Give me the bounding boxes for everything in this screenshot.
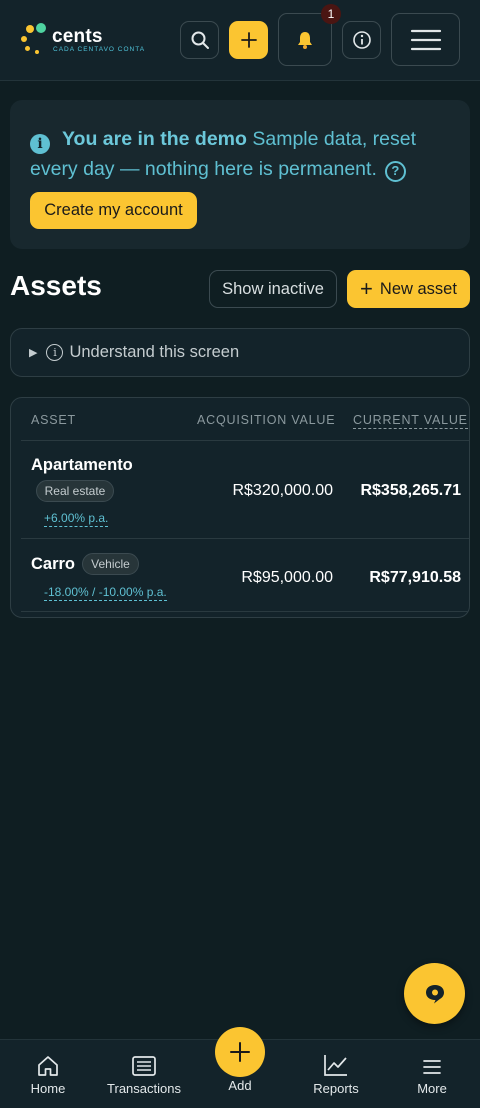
chat-bubble-icon [425,984,444,1003]
plus-icon [230,1042,250,1062]
info-icon: i [30,134,50,154]
nav-home-label: Home [30,1081,66,1096]
category-badge: Real estate [36,480,114,502]
understand-screen-toggle[interactable]: ▶ i Understand this screen [10,328,470,377]
understand-label: Understand this screen [69,343,240,361]
nav-more-label: More [417,1081,447,1096]
bell-icon [298,31,312,49]
page-title: Assets [10,270,102,301]
new-asset-button[interactable]: + New asset [347,270,470,308]
info-icon [352,31,371,49]
growth-rate[interactable]: +6.00% p.a. [44,511,109,527]
nav-add-label[interactable]: Add [215,1078,265,1093]
search-button[interactable] [180,21,219,59]
acquisition-value: R$320,000.00 [232,482,333,499]
column-header-current[interactable]: CURRENT VALUE [353,413,468,429]
logo-dot-icon [25,46,30,51]
logo-dot-icon [35,50,39,54]
plus-icon: + [360,276,373,301]
current-value: R$358,265.71 [360,482,461,499]
acquisition-value: R$95,000.00 [241,569,333,586]
nav-reports[interactable]: Reports [296,1040,376,1108]
logo-dot-icon [26,25,34,33]
list-icon [132,1056,156,1076]
notification-count-badge: 1 [321,4,341,24]
info-icon: i [46,344,64,361]
plus-icon [240,32,257,48]
divider [21,611,469,612]
app-header: cents CADA CENTAVO CONTA 1 [0,0,480,81]
assets-table: ASSET ACQUISITION VALUE CURRENT VALUE Ap… [10,397,470,618]
category-badge: Vehicle [82,553,139,575]
growth-rate[interactable]: -18.00% / -10.00% p.a. [44,585,167,601]
demo-banner: i You are in the demo Sample data, reset … [10,100,470,249]
divider [21,538,469,539]
help-icon[interactable]: ? [384,160,406,182]
menu-icon [410,29,441,50]
expand-triangle-icon: ▶ [29,347,38,359]
asset-name: Apartamento [31,456,133,474]
nav-transactions[interactable]: Transactions [96,1040,192,1108]
nav-add-button[interactable] [215,1027,265,1077]
quick-add-button[interactable] [229,21,268,59]
info-button[interactable] [342,21,381,59]
logo-dot-icon [36,23,46,33]
chat-button[interactable] [404,963,465,1024]
logo-wordmark: cents [52,26,103,47]
asset-name: Carro [31,555,76,573]
create-account-button[interactable]: Create my account [30,192,197,229]
nav-reports-label: Reports [313,1081,359,1096]
current-value: R$77,910.58 [369,569,461,586]
divider [21,440,469,441]
demo-banner-title: You are in the demo [62,128,247,150]
new-asset-label: New asset [379,279,457,298]
chart-icon [324,1055,347,1076]
search-icon [191,31,209,49]
nav-more[interactable]: More [392,1040,472,1108]
show-inactive-button[interactable]: Show inactive [209,270,337,308]
app-logo[interactable]: cents CADA CENTAVO CONTA [20,22,150,58]
demo-banner-text: i You are in the demo Sample data, reset … [30,124,450,184]
column-header-asset: ASSET [31,413,76,427]
nav-transactions-label: Transactions [107,1081,181,1096]
logo-dot-icon [21,36,27,42]
menu-icon [423,1060,441,1074]
home-icon [38,1056,58,1076]
column-header-acquisition: ACQUISITION VALUE [197,413,336,427]
menu-button[interactable] [391,13,460,66]
nav-home[interactable]: Home [8,1040,88,1108]
logo-tagline: CADA CENTAVO CONTA [53,46,146,53]
